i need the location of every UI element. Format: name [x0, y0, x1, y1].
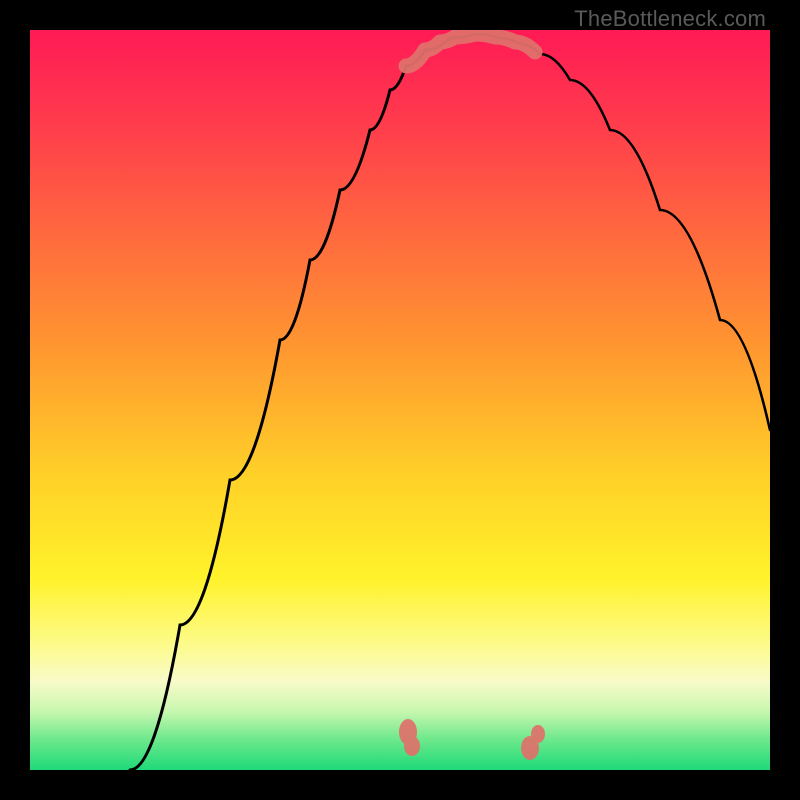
right-curve [475, 34, 770, 430]
curve-overlay [30, 30, 770, 770]
left-curve [130, 34, 475, 770]
fuzzy-dots [399, 719, 545, 760]
fuzzy-band [406, 34, 535, 66]
attribution-text: TheBottleneck.com [574, 6, 766, 32]
chart-frame: TheBottleneck.com [0, 0, 800, 800]
plot-area [30, 30, 770, 770]
